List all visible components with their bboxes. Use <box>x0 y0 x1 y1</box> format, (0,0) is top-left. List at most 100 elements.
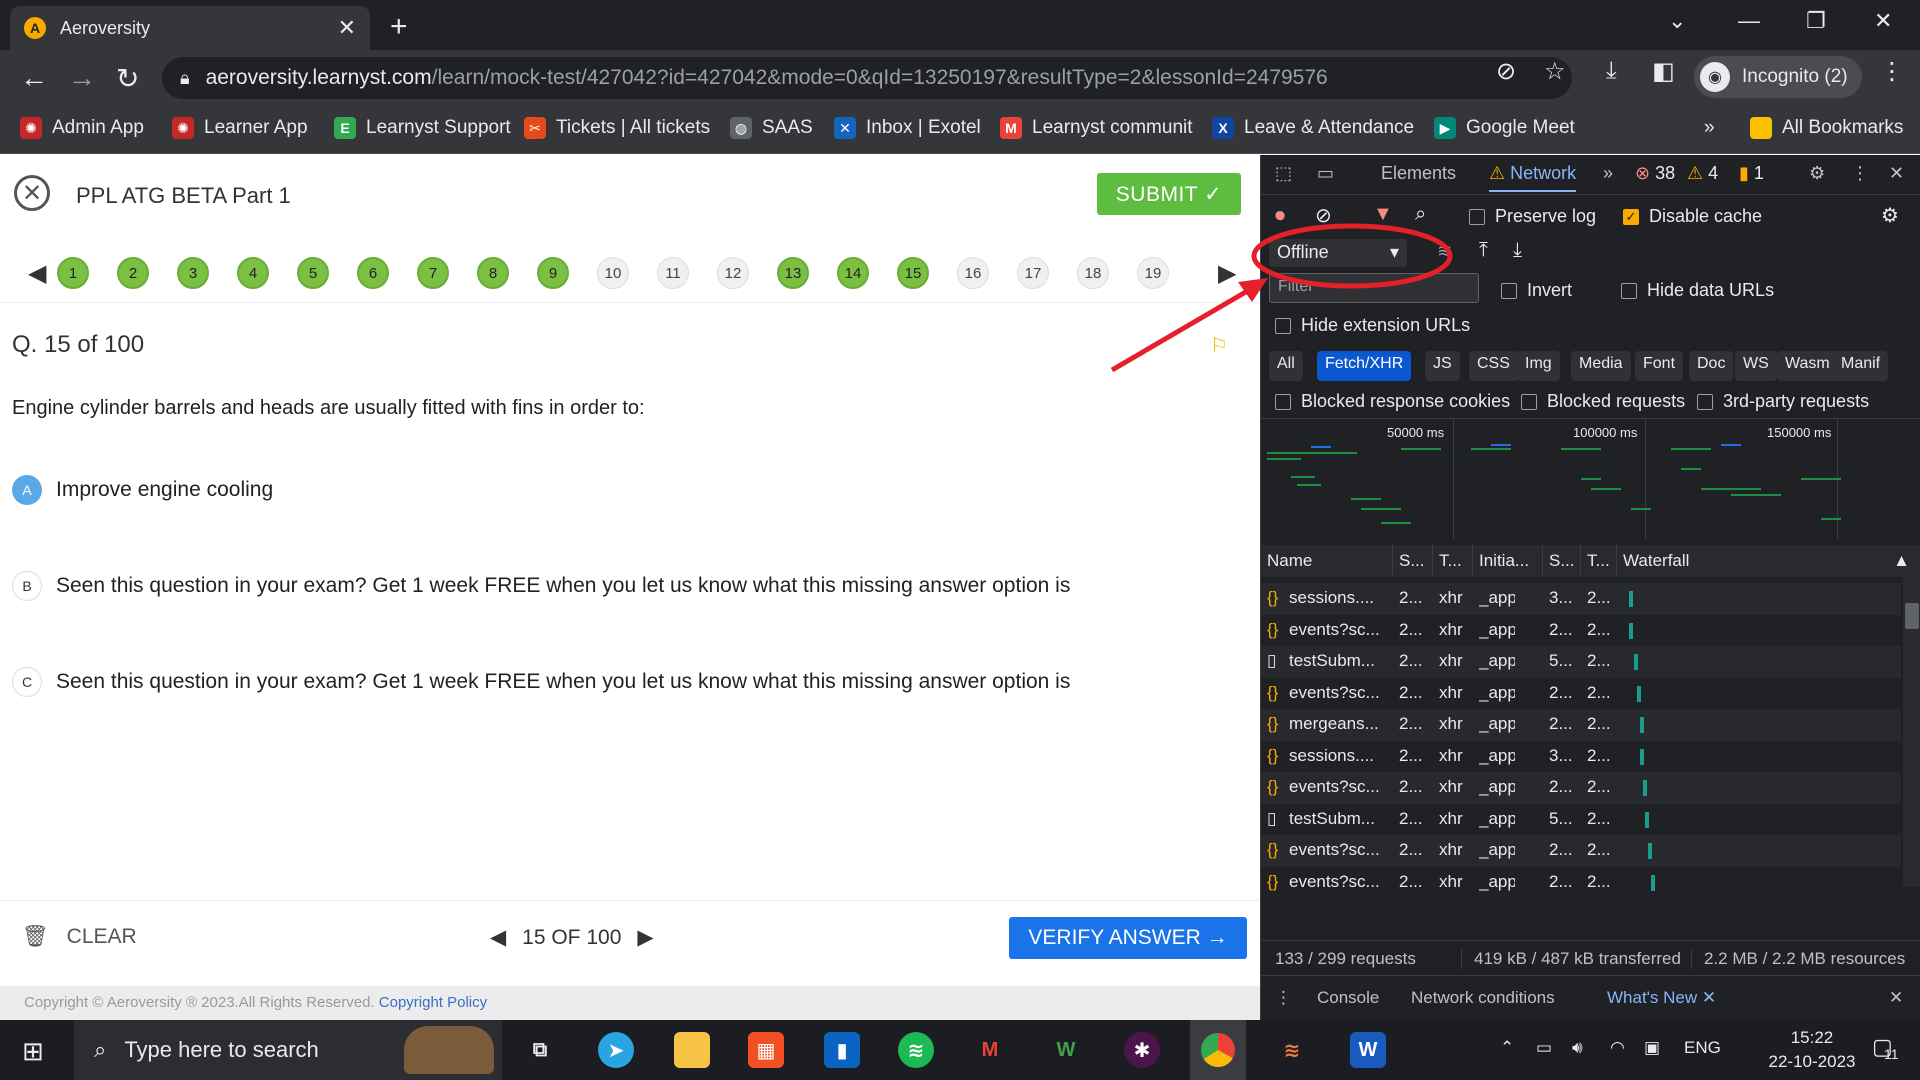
throttling-select[interactable]: Offline ▾ <box>1269 239 1407 267</box>
record-stop-icon[interactable]: ⏺ <box>1275 205 1285 228</box>
tab-elements[interactable]: Elements <box>1381 163 1456 184</box>
copyright-policy-link[interactable]: Copyright Policy <box>379 994 487 1011</box>
taskbar-search[interactable]: ⌕ Type here to search <box>74 1020 502 1080</box>
filter-type-button[interactable]: WS <box>1735 351 1777 381</box>
close-test-icon[interactable]: ✕ <box>14 175 50 211</box>
scrollbar-thumb[interactable] <box>1905 603 1919 629</box>
col-waterfall[interactable]: Waterfall ▲ <box>1617 545 1920 577</box>
next-questions-arrow-icon[interactable]: ▶ <box>1218 259 1236 288</box>
col-type[interactable]: T... <box>1433 545 1473 577</box>
new-tab-icon[interactable]: + <box>390 10 408 44</box>
eye-slash-icon[interactable]: ⊘ <box>1496 57 1516 86</box>
telegram-icon[interactable]: ➤ <box>598 1032 634 1068</box>
browser-tab[interactable]: A Aeroversity ✕ <box>10 6 370 50</box>
drawer-tab-whats-new[interactable]: What's New ✕ <box>1607 988 1716 1008</box>
filter-type-button[interactable]: Img <box>1517 351 1560 381</box>
question-bubble[interactable]: 12 <box>717 257 749 289</box>
question-bubble[interactable]: 1 <box>57 257 89 289</box>
request-row[interactable]: {} events?sc... 2... xhr _app... 2... 2... <box>1261 615 1901 647</box>
question-bubble[interactable]: 11 <box>657 257 689 289</box>
filter-type-button[interactable]: Media <box>1571 351 1631 381</box>
disable-cache-checkbox[interactable]: ✓ Disable cache <box>1623 206 1762 227</box>
back-icon[interactable]: ← <box>20 62 48 94</box>
hide-data-urls-checkbox[interactable]: Hide data URLs <box>1621 280 1774 301</box>
col-initiator[interactable]: Initia... <box>1473 545 1543 577</box>
sublime-icon[interactable]: ≋ <box>1274 1032 1310 1068</box>
slack-icon[interactable]: ✱ <box>1124 1032 1160 1068</box>
pager-prev-icon[interactable]: ◀ <box>490 925 506 950</box>
meet-now-icon[interactable]: ▣ <box>1644 1038 1660 1058</box>
question-bubble[interactable]: 6 <box>357 257 389 289</box>
pager-next-icon[interactable]: ▶ <box>637 925 653 950</box>
battery-icon[interactable]: ▭ <box>1536 1038 1552 1058</box>
bookmark-item[interactable]: ◍ SAAS <box>730 117 813 139</box>
invert-checkbox[interactable]: Invert <box>1501 280 1572 301</box>
request-row[interactable]: {} events?sc... 2... xhr _app... 2... 2... <box>1261 867 1901 894</box>
network-overview-timeline[interactable]: 50000 ms 100000 ms 150000 ms <box>1261 418 1920 539</box>
filter-type-button[interactable]: Manif <box>1833 351 1889 381</box>
all-bookmarks-button[interactable]: All Bookmarks <box>1750 117 1903 139</box>
minimize-icon[interactable]: — <box>1738 8 1760 34</box>
tab-search-chevron-icon[interactable]: ⌄ <box>1668 8 1686 34</box>
clear-log-icon[interactable]: ⊘ <box>1315 203 1332 228</box>
drawer-menu-icon[interactable]: ⋮ <box>1275 988 1292 1008</box>
bookmark-item[interactable]: ▶ Google Meet <box>1434 117 1575 139</box>
answer-option[interactable]: A Improve engine cooling <box>12 475 273 505</box>
windows-start-icon[interactable]: ⊞ <box>22 1036 44 1067</box>
network-conditions-icon[interactable]: ≋ <box>1437 241 1452 262</box>
request-row[interactable]: {} events?sc... 2... xhr _app... 2... 2... <box>1261 835 1901 867</box>
more-tabs-icon[interactable]: » <box>1603 163 1613 184</box>
bookmark-item[interactable]: E Learnyst Support <box>334 117 511 139</box>
col-name[interactable]: Name <box>1261 545 1393 577</box>
close-tab-icon[interactable]: ✕ <box>1702 988 1716 1007</box>
answer-option[interactable]: B Seen this question in your exam? Get 1 … <box>12 571 1070 601</box>
bookmark-item[interactable]: X Leave & Attendance <box>1212 117 1414 139</box>
question-bubble[interactable]: 7 <box>417 257 449 289</box>
drawer-tab-console[interactable]: Console <box>1317 988 1379 1008</box>
windows-app-icon[interactable]: ▮ <box>824 1032 860 1068</box>
bookmark-item[interactable]: ✺ Admin App <box>20 117 144 139</box>
filter-type-button[interactable]: Doc <box>1689 351 1734 381</box>
volume-icon[interactable]: 🔊︎ <box>1572 1038 1583 1058</box>
third-party-checkbox[interactable]: 3rd-party requests <box>1697 391 1869 412</box>
question-bubble[interactable]: 8 <box>477 257 509 289</box>
address-bar[interactable]: 🔒︎ aeroversity.learnyst.com /learn/mock-… <box>162 57 1572 99</box>
request-row[interactable]: {} sessions.... 2... xhr _app... 3... 2... <box>1261 741 1901 773</box>
question-bubble[interactable]: 16 <box>957 257 989 289</box>
search-icon[interactable]: ⌕ <box>1415 203 1426 226</box>
tab-close-icon[interactable]: ✕ <box>338 15 356 41</box>
devtools-kebab-icon[interactable]: ⋮ <box>1851 163 1869 184</box>
notification-center-icon[interactable]: ▢ 11 <box>1872 1034 1899 1062</box>
submit-button[interactable]: SUBMIT ✓ <box>1097 173 1241 215</box>
filter-type-button[interactable]: CSS <box>1469 351 1518 381</box>
devtools-settings-icon[interactable]: ⚙ <box>1809 163 1825 184</box>
spotify-icon[interactable]: ≋ <box>898 1032 934 1068</box>
network-settings-icon[interactable]: ⚙ <box>1881 203 1899 228</box>
menu-kebab-icon[interactable]: ⋮ <box>1880 57 1904 86</box>
prev-questions-arrow-icon[interactable]: ◀ <box>28 259 46 288</box>
question-bubble[interactable]: 18 <box>1077 257 1109 289</box>
col-size[interactable]: S... <box>1543 545 1581 577</box>
reload-icon[interactable]: ↻ <box>116 62 139 95</box>
download-icon[interactable]: ⤓ <box>1606 57 1617 85</box>
question-bubble[interactable]: 19 <box>1137 257 1169 289</box>
tray-chevron-icon[interactable]: ⌃ <box>1500 1038 1514 1058</box>
restore-icon[interactable]: ❐ <box>1806 8 1826 34</box>
question-bubble[interactable]: 2 <box>117 257 149 289</box>
bookmark-item[interactable]: ✺ Learner App <box>172 117 308 139</box>
request-row[interactable]: {} events?sc... 2... xhr _app... 2... 2... <box>1261 772 1901 804</box>
drawer-close-icon[interactable]: ✕ <box>1889 988 1903 1008</box>
bookmark-item[interactable]: ✕ Inbox | Exotel <box>834 117 981 139</box>
file-explorer-icon[interactable] <box>674 1032 710 1068</box>
import-har-icon[interactable]: ⤒ <box>1479 239 1488 262</box>
filter-type-button[interactable]: JS <box>1425 351 1460 381</box>
filter-funnel-icon[interactable]: ▼ <box>1373 203 1393 226</box>
gmail-icon[interactable]: M <box>972 1032 1008 1068</box>
question-bubble[interactable]: 3 <box>177 257 209 289</box>
filter-type-button[interactable]: All <box>1269 351 1303 381</box>
request-row[interactable]: {} sessions.... 2... xhr _app... 3... 2... <box>1261 583 1901 615</box>
col-time[interactable]: T... <box>1581 545 1617 577</box>
bookmark-item[interactable]: M Learnyst communit <box>1000 117 1193 139</box>
question-bubble[interactable]: 15 <box>897 257 929 289</box>
window-close-icon[interactable]: ✕ <box>1874 8 1892 34</box>
